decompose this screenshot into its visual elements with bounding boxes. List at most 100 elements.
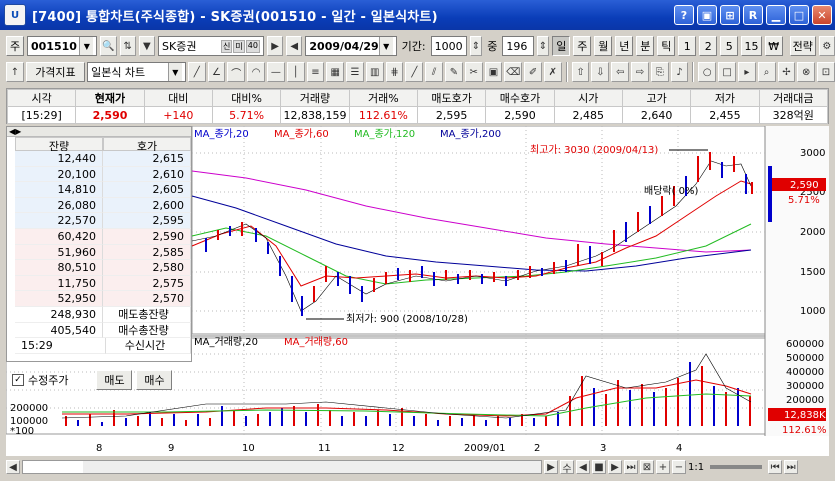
play-icon[interactable]: ▶ bbox=[608, 460, 622, 474]
tab-5[interactable]: 5 bbox=[720, 36, 739, 56]
pencil-icon[interactable]: ✎ bbox=[445, 62, 463, 82]
sell-price[interactable]: 2,610 bbox=[103, 166, 191, 183]
center-stepper[interactable]: ⇕ bbox=[536, 36, 550, 56]
settings-icon[interactable]: ⚙ bbox=[818, 36, 835, 56]
calendar-dropdown-icon[interactable]: ▼ bbox=[378, 37, 393, 55]
buy-price[interactable]: 2,570 bbox=[103, 291, 191, 307]
order-book-collapse[interactable]: ◀▶ bbox=[7, 127, 191, 137]
minimize-button[interactable]: ▁ bbox=[766, 5, 786, 25]
sell-button[interactable]: 매도 bbox=[96, 370, 133, 390]
tab-yearly[interactable]: 년 bbox=[615, 36, 634, 56]
order-book-row[interactable]: 12,440 2,615 bbox=[15, 151, 191, 167]
order-book-row[interactable]: 22,570 2,595 bbox=[15, 213, 191, 229]
angle-tool-icon[interactable]: ∠ bbox=[207, 62, 226, 82]
tab-1[interactable]: 1 bbox=[678, 36, 697, 56]
arc-tool-icon[interactable]: ⌒ bbox=[227, 62, 246, 82]
help-button[interactable]: ? bbox=[674, 5, 694, 25]
won-button[interactable]: ₩ bbox=[764, 36, 783, 56]
chart-type-select[interactable]: 일본식 차트 ▼ bbox=[87, 62, 186, 82]
buy-button[interactable]: 매수 bbox=[136, 370, 173, 390]
tab-15[interactable]: 15 bbox=[741, 36, 762, 56]
print-button[interactable]: ▣ bbox=[697, 5, 717, 25]
buy-price[interactable]: 2,590 bbox=[103, 228, 191, 245]
layout-button[interactable]: ⊞ bbox=[720, 5, 740, 25]
search-icon[interactable]: 🔍 bbox=[100, 36, 117, 56]
grid-icon[interactable]: ▦ bbox=[326, 62, 345, 82]
arrow-up-icon[interactable]: ⇧ bbox=[571, 62, 590, 82]
sort-icon[interactable]: ⇅ bbox=[119, 36, 136, 56]
period-stepper[interactable]: ⇕ bbox=[469, 36, 483, 56]
channel-icon[interactable]: ⫽ bbox=[425, 62, 443, 82]
page-icon[interactable]: ⎘ bbox=[650, 62, 669, 82]
refresh-button[interactable]: R bbox=[743, 5, 763, 25]
fast-forward-icon[interactable]: ⏭ bbox=[624, 460, 638, 474]
next-icon[interactable]: ▶ bbox=[266, 36, 284, 56]
stock-name-field[interactable]: SK증권 신 미 40 bbox=[158, 36, 264, 56]
sell-price[interactable]: 2,595 bbox=[103, 213, 191, 229]
last-icon[interactable]: ⏭ bbox=[784, 460, 799, 474]
order-book-row[interactable]: 52,950 2,570 bbox=[15, 291, 191, 307]
chart-scrollbar[interactable]: ◀ ▶ 수 ◀ ■ ▶ ⏭ ⊠ + − 1:1 ⏮ ⏭ bbox=[6, 458, 829, 476]
order-book-row[interactable]: 60,420 2,590 bbox=[15, 228, 191, 245]
new-badge[interactable]: 신 bbox=[220, 39, 233, 53]
zoom-out-icon[interactable]: − bbox=[672, 460, 686, 474]
order-book-row[interactable]: 11,750 2,575 bbox=[15, 275, 191, 292]
adjusted-price-checkbox[interactable]: ✓ bbox=[12, 374, 24, 386]
prev-icon[interactable]: ◀ bbox=[286, 36, 303, 56]
tab-minute[interactable]: 분 bbox=[636, 36, 655, 56]
sell-price[interactable]: 2,600 bbox=[103, 197, 191, 214]
fibonacci-icon[interactable]: ≡ bbox=[306, 62, 325, 82]
order-book-row[interactable]: 51,960 2,585 bbox=[15, 244, 191, 261]
eraser-icon[interactable]: ⌫ bbox=[504, 62, 523, 82]
vertical-line-icon[interactable]: │ bbox=[286, 62, 305, 82]
tab-daily[interactable]: 일 bbox=[552, 36, 571, 56]
triangle-icon[interactable]: ▸ bbox=[737, 62, 756, 82]
date-field[interactable]: 2009/04/29 ▼ bbox=[305, 36, 397, 56]
chevron-down-icon[interactable]: ▼ bbox=[138, 36, 156, 56]
zoom-in-icon[interactable]: + bbox=[656, 460, 670, 474]
delete-icon[interactable]: ✗ bbox=[543, 62, 562, 82]
order-book-row[interactable]: 20,100 2,610 bbox=[15, 166, 191, 183]
order-book-row[interactable]: 26,080 2,600 bbox=[15, 197, 191, 214]
sell-price[interactable]: 2,605 bbox=[103, 182, 191, 198]
zoom-icon[interactable]: ⌕ bbox=[757, 62, 776, 82]
margin-badge[interactable]: 40 bbox=[245, 39, 260, 53]
buy-price[interactable]: 2,575 bbox=[103, 275, 191, 292]
period-input[interactable]: 1000 bbox=[430, 36, 467, 56]
zoom-slider[interactable] bbox=[710, 465, 763, 469]
text-icon[interactable]: ♪ bbox=[670, 62, 689, 82]
market-prefix-button[interactable]: 주 bbox=[6, 36, 24, 56]
fan-tool-icon[interactable]: ◠ bbox=[247, 62, 265, 82]
arrow-down-icon[interactable]: ⇩ bbox=[591, 62, 610, 82]
rewind-icon[interactable]: ◀ bbox=[576, 460, 590, 474]
close-button[interactable]: ✕ bbox=[812, 5, 832, 25]
order-book-row[interactable]: 14,810 2,605 bbox=[15, 182, 191, 198]
crosshair-icon[interactable]: ✢ bbox=[777, 62, 796, 82]
lines-icon[interactable]: ☰ bbox=[346, 62, 364, 82]
order-book-row[interactable]: 80,510 2,580 bbox=[15, 260, 191, 276]
square-icon[interactable]: □ bbox=[718, 62, 736, 82]
tools-icon[interactable]: ✂ bbox=[464, 62, 483, 82]
stop-icon[interactable]: ■ bbox=[592, 460, 606, 474]
stock-code-field[interactable]: 001510 ▼ bbox=[27, 36, 98, 56]
bars-icon[interactable]: ▥ bbox=[365, 62, 384, 82]
scroll-thumb[interactable] bbox=[83, 461, 541, 473]
horizontal-line-icon[interactable]: — bbox=[266, 62, 285, 82]
first-icon[interactable]: ⏮ bbox=[768, 460, 783, 474]
us-badge[interactable]: 미 bbox=[233, 39, 245, 53]
scroll-track[interactable] bbox=[22, 460, 542, 474]
tab-monthly[interactable]: 월 bbox=[594, 36, 613, 56]
tab-tick[interactable]: 틱 bbox=[657, 36, 676, 56]
arrow-up-icon[interactable]: ↑ bbox=[6, 62, 24, 82]
chevron-down-icon[interactable]: ▼ bbox=[167, 63, 182, 81]
edit-icon[interactable]: ✐ bbox=[524, 62, 542, 82]
line-tool-icon[interactable]: ╱ bbox=[187, 62, 206, 82]
scroll-right-icon[interactable]: ▶ bbox=[544, 460, 558, 474]
trend-icon[interactable]: ╱ bbox=[405, 62, 424, 82]
gann-icon[interactable]: ⋕ bbox=[385, 62, 404, 82]
scroll-left-icon[interactable]: ◀ bbox=[6, 460, 20, 474]
circle-icon[interactable]: ○ bbox=[698, 62, 717, 82]
fit-icon[interactable]: ⊡ bbox=[817, 62, 835, 82]
arrow-left-icon[interactable]: ⇦ bbox=[611, 62, 630, 82]
scroll-mode-icon[interactable]: 수 bbox=[560, 460, 574, 475]
